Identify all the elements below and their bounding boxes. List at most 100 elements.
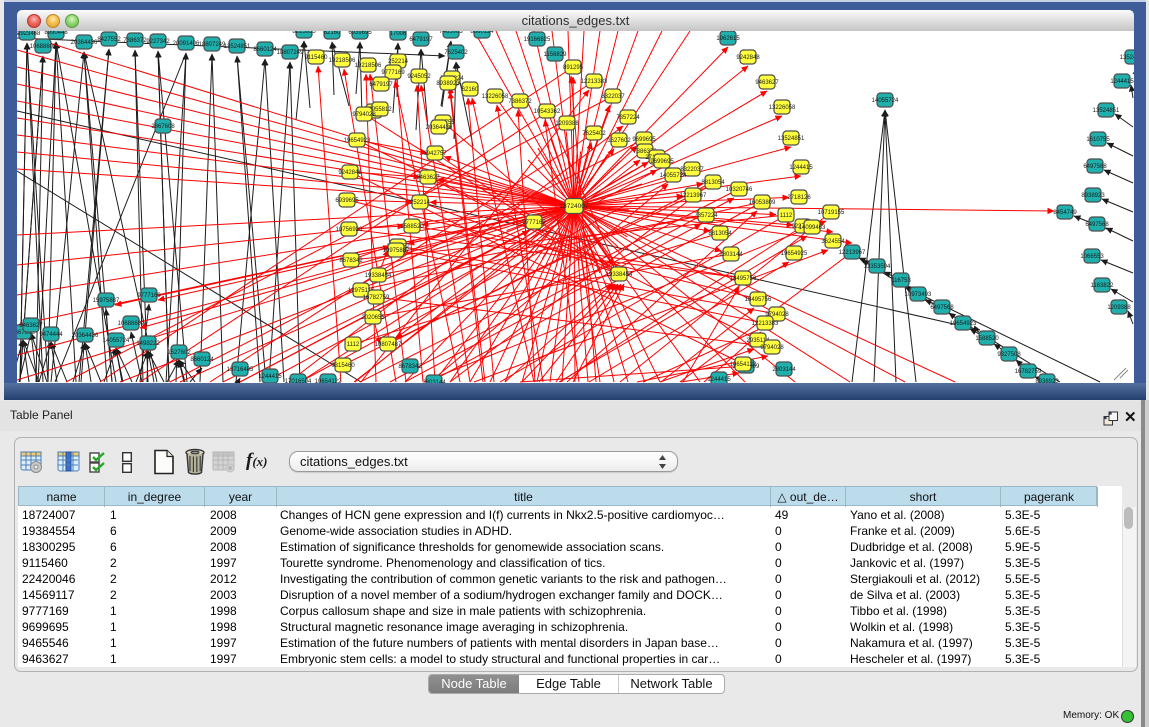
svg-text:116753: 116753 [891,278,911,284]
svg-text:62160: 62160 [462,87,479,93]
svg-text:6497568: 6497568 [930,305,954,311]
svg-text:16782759: 16782759 [1015,369,1042,375]
svg-text:13524851: 13524851 [778,136,805,142]
svg-text:16053809: 16053809 [749,200,776,206]
svg-text:8678342: 8678342 [339,258,363,264]
svg-text:8990448: 8990448 [44,31,68,36]
svg-text:1244415: 1244415 [707,377,731,383]
svg-text:9463627: 9463627 [19,323,43,329]
svg-text:12923468: 12923468 [17,31,41,37]
svg-text:10320746: 10320746 [726,187,753,193]
svg-text:7386372: 7386372 [123,38,147,44]
svg-text:6497568: 6497568 [1085,222,1109,228]
svg-text:9242848: 9242848 [736,55,760,61]
svg-text:19218506: 19218506 [355,63,382,69]
svg-text:13353594: 13353594 [864,264,891,270]
svg-text:14099463: 14099463 [799,225,826,231]
svg-text:62160: 62160 [324,31,341,36]
svg-text:3624554: 3624554 [821,239,845,245]
svg-text:10975887: 10975887 [383,248,410,254]
svg-text:1527602: 1527602 [167,350,191,356]
svg-text:19218506: 19218506 [329,58,356,64]
svg-text:6479197: 6479197 [409,37,433,43]
svg-text:18495756: 18495756 [730,276,757,282]
svg-text:9463627: 9463627 [755,80,779,86]
svg-text:13524851: 13524851 [1120,55,1134,61]
svg-text:8813054: 8813054 [708,231,732,237]
svg-text:6939695: 6939695 [348,31,372,36]
svg-text:1244415: 1244415 [789,165,813,171]
svg-text:20364436: 20364436 [426,125,453,131]
svg-text:9327508: 9327508 [997,352,1021,358]
svg-text:9315460: 9315460 [331,363,355,369]
svg-text:10654122: 10654122 [315,379,342,383]
svg-text:14055724: 14055724 [660,173,687,179]
svg-text:19338454: 19338454 [365,273,392,279]
svg-text:252214: 252214 [410,200,431,206]
svg-text:1498222: 1498222 [136,341,160,347]
svg-text:12213383: 12213383 [752,321,779,327]
svg-text:9245052: 9245052 [407,74,431,80]
svg-text:8660124: 8660124 [253,47,277,53]
svg-text:891295: 891295 [563,65,584,71]
svg-text:1066553: 1066553 [1080,254,1104,260]
svg-text:18807249: 18807249 [277,50,304,56]
svg-text:19166825: 19166825 [524,37,551,43]
svg-text:13524851: 13524851 [224,44,251,50]
svg-text:17006: 17006 [390,31,407,37]
svg-text:14055724: 14055724 [872,98,899,104]
svg-text:8938923: 8938923 [1035,379,1059,383]
svg-text:20364436: 20364436 [71,40,98,46]
svg-text:1163822: 1163822 [1091,283,1115,289]
svg-text:18495756: 18495756 [745,297,772,303]
svg-text:1588520: 1588520 [400,224,424,230]
svg-text:10688609: 10688609 [118,321,145,327]
svg-text:18807249: 18807249 [199,42,226,48]
svg-text:1588520: 1588520 [975,336,999,342]
svg-text:2867608: 2867608 [151,124,175,130]
svg-text:8215955: 8215955 [292,31,316,35]
svg-text:9794028: 9794028 [352,112,376,118]
svg-text:9777169: 9777169 [137,293,161,299]
svg-text:19654925: 19654925 [781,251,808,257]
svg-text:20091406: 20091406 [173,41,200,47]
svg-text:10688609: 10688609 [30,44,57,50]
svg-text:13226058: 13226058 [769,105,796,111]
svg-text:8660124: 8660124 [470,31,494,35]
svg-text:8813054: 8813054 [701,180,725,186]
svg-text:1527602: 1527602 [607,138,631,144]
svg-text:13524851: 13524851 [1093,108,1120,114]
svg-text:252214: 252214 [388,59,409,65]
svg-text:19338454: 19338454 [606,272,633,278]
svg-text:1112: 1112 [780,213,793,219]
svg-text:19654923: 19654923 [344,138,371,144]
svg-text:9463627: 9463627 [416,175,440,181]
svg-text:9474444: 9474444 [39,332,63,338]
svg-text:17016504: 17016504 [285,379,312,383]
svg-text:1112: 1112 [347,342,360,348]
svg-text:1610755: 1610755 [1086,137,1110,143]
svg-text:15975887: 15975887 [93,298,120,304]
svg-text:12213383: 12213383 [581,79,608,85]
svg-text:9794028: 9794028 [760,345,784,351]
svg-text:7485063: 7485063 [439,31,463,35]
svg-text:9777169: 9777169 [381,70,405,76]
svg-text:19654923: 19654923 [950,321,977,327]
svg-text:1244415: 1244415 [1110,79,1134,85]
svg-text:13716485: 13716485 [227,367,254,373]
svg-text:10654122: 10654122 [730,362,757,368]
svg-text:7386372: 7386372 [508,99,532,105]
svg-text:1209388: 1209388 [555,121,579,127]
svg-text:7357224: 7357224 [616,115,640,121]
svg-text:13226058: 13226058 [482,94,509,100]
svg-text:10719155: 10719155 [818,210,845,216]
svg-text:1942757: 1942757 [423,151,447,157]
svg-text:2803144: 2803144 [719,252,743,258]
svg-text:2803144: 2803144 [772,367,796,373]
svg-text:12213967: 12213967 [839,250,866,256]
svg-text:1962615: 1962615 [716,36,740,42]
svg-text:20364436: 20364436 [72,333,99,339]
svg-text:8454749: 8454749 [1053,210,1077,216]
svg-text:14055724: 14055724 [103,338,130,344]
svg-text:8322037: 8322037 [601,94,625,100]
